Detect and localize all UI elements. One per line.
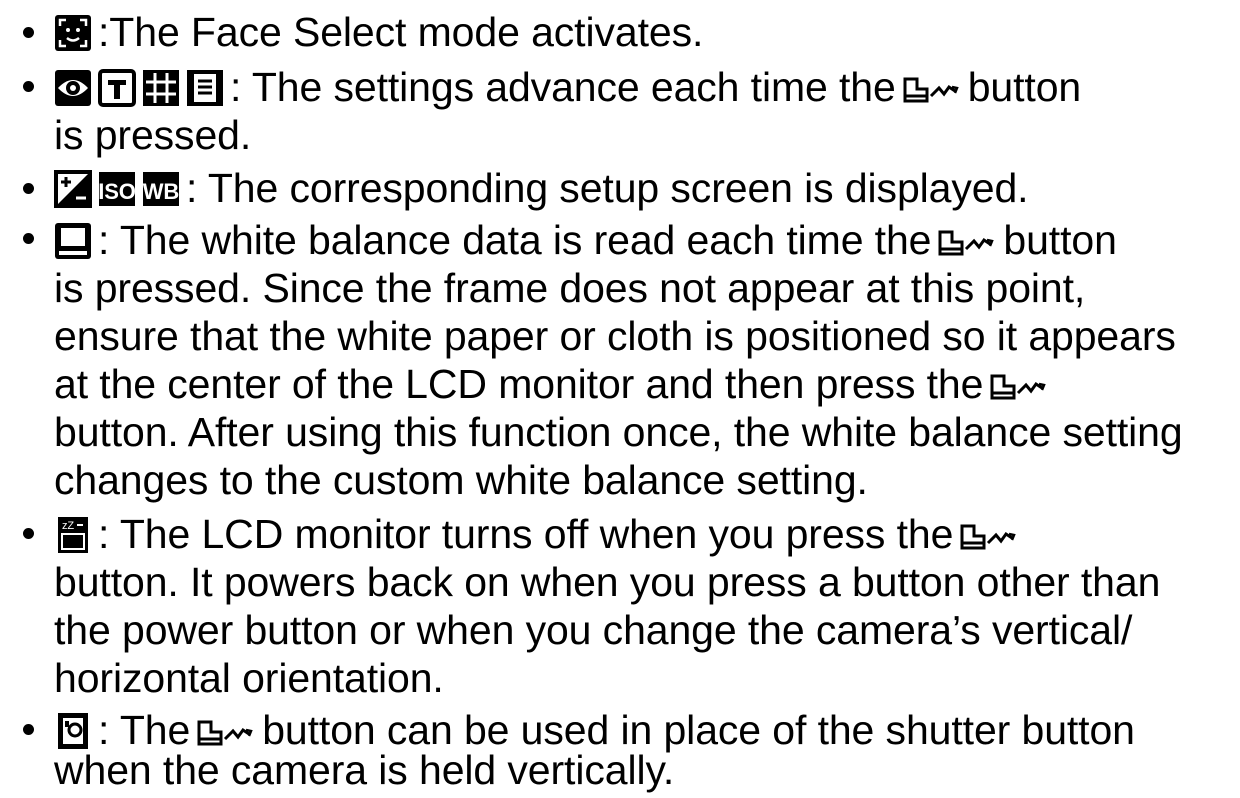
print-share-button-icon: [989, 371, 1047, 401]
text-line: : The settings advance each time the but…: [54, 63, 1081, 111]
text-segment: when the camera is held vertically.: [54, 747, 675, 793]
text-segment: the power button or when you change the …: [54, 607, 1133, 653]
text-line: changes to the custom white balance sett…: [54, 456, 868, 504]
text-segment: : The settings advance each time the: [230, 64, 896, 110]
bullet-dot: [23, 27, 34, 38]
vertical-shutter-icon: [54, 712, 92, 750]
text-line: zZ : The LCD monitor turns off when you …: [54, 510, 1025, 558]
iso-icon: ISO: [98, 170, 136, 208]
bullet-list: :The Face Select mode activates. : The s…: [0, 0, 1240, 798]
text-segment: at the center of the LCD monitor and the…: [54, 361, 984, 407]
bullet-dot: [23, 724, 34, 735]
text-segment: button. After using this function once, …: [54, 409, 1183, 455]
text-segment: changes to the custom white balance sett…: [54, 457, 868, 503]
text-segment: is pressed.: [54, 112, 252, 158]
text-line: button. It powers back on when you press…: [54, 558, 1160, 606]
text-line: at the center of the LCD monitor and the…: [54, 360, 1055, 408]
bullet-dot: [23, 528, 34, 539]
text-line: ensure that the white paper or cloth is …: [54, 312, 1176, 360]
text-segment: button: [1003, 217, 1117, 263]
overlay-icon: [186, 69, 224, 107]
text-line: : The white balance data is read each ti…: [54, 216, 1117, 264]
svg-text:ISO: ISO: [98, 179, 136, 204]
text-segment: : The white balance data is read each ti…: [98, 217, 932, 263]
grid-icon: [142, 69, 180, 107]
lcd-off-icon: zZ: [54, 516, 92, 554]
text-segment: is pressed. Since the frame does not app…: [54, 265, 1086, 311]
print-share-button-icon: [196, 717, 254, 747]
svg-text:WB: WB: [143, 179, 179, 204]
text-line: is pressed.: [54, 111, 251, 159]
text-segment: button. It powers back on when you press…: [54, 559, 1161, 605]
svg-text:zZ: zZ: [62, 520, 74, 532]
text-line: :The Face Select mode activates.: [54, 8, 703, 56]
face-select-icon: [54, 14, 92, 52]
text-line: button. After using this function once, …: [54, 408, 1183, 456]
text-segment: horizontal orientation.: [54, 655, 444, 701]
bullet-dot: [23, 81, 34, 92]
exposure-compensation-icon: [54, 170, 92, 208]
t-box-icon: [98, 69, 136, 107]
text-line: horizontal orientation.: [54, 654, 444, 702]
text-segment: button: [967, 64, 1082, 110]
text-line: when the camera is held vertically.: [54, 746, 674, 794]
custom-wb-icon: [54, 222, 92, 260]
text-segment: ensure that the white paper or cloth is …: [54, 313, 1176, 359]
text-line: ISO WB : The corresponding setup screen …: [54, 164, 1029, 212]
text-segment: :The Face Select mode activates.: [98, 9, 704, 55]
bullet-dot: [23, 183, 34, 194]
eye-icon: [54, 69, 92, 107]
print-share-button-icon: [937, 227, 995, 257]
text-line: is pressed. Since the frame does not app…: [54, 264, 1085, 312]
text-segment: : The LCD monitor turns off when you pre…: [98, 511, 954, 557]
text-line: the power button or when you change the …: [54, 606, 1132, 654]
print-share-button-icon: [902, 74, 960, 104]
bullet-dot: [23, 233, 34, 244]
text-segment: : The corresponding setup screen is disp…: [186, 165, 1029, 211]
white-balance-icon: WB: [142, 170, 180, 208]
print-share-button-icon: [959, 521, 1017, 551]
